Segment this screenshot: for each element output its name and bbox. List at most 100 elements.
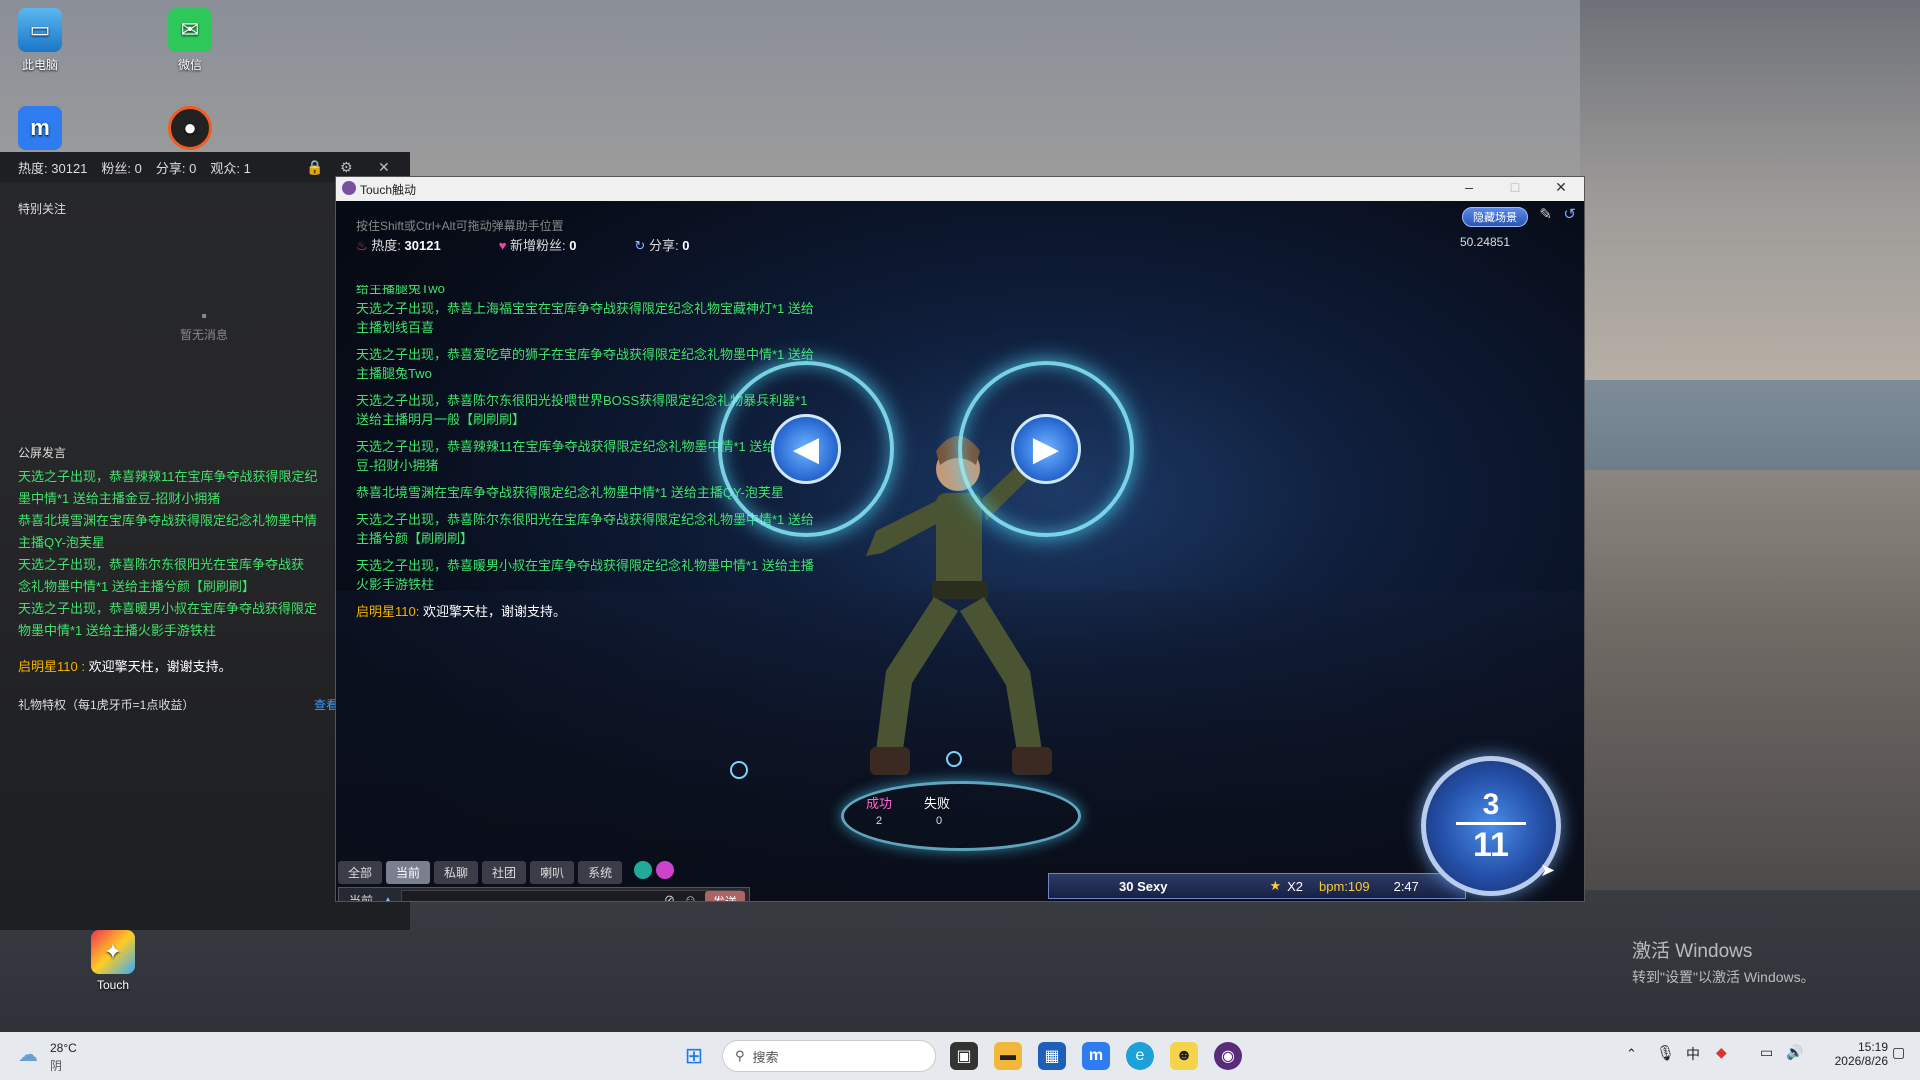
fail-label: 失败 xyxy=(924,796,951,811)
chat-tab-bar: 全部 当前 私聊 社团 喇叭 系统 xyxy=(338,861,675,884)
microphone-icon[interactable]: 🎙 xyxy=(1656,1044,1675,1062)
clock[interactable]: 15:19 2026/8/26 xyxy=(1818,1040,1888,1068)
combo-current: 3 xyxy=(1482,787,1500,821)
drag-hint: 按住Shift或Ctrl+Alt可拖动弹幕助手位置 xyxy=(356,219,564,233)
desktop-icon-app-m[interactable]: m xyxy=(0,106,80,154)
input-method-icon[interactable]: 中 xyxy=(1686,1044,1700,1064)
window-titlebar: Touch触动 – □ ✕ xyxy=(336,177,1584,201)
touch-taskbar-icon[interactable]: ◉ xyxy=(1214,1042,1242,1070)
desktop-icon-label: Touch xyxy=(96,978,130,992)
chat-line: 天选之子出现，恭喜暖男小叔在宝库争夺战获得限定纪念礼物墨中情*1 送给主播火影手… xyxy=(356,558,814,592)
desktop-icon-wechat[interactable]: ✉ 微信 xyxy=(150,8,230,73)
fail-count: 0 xyxy=(936,815,943,827)
chat-line: 给主播腿兔Two xyxy=(356,285,445,295)
game-stats-bar: ♨ 热度: 30121 ♥ 新增粉丝: 0 ↻ 分享: 0 xyxy=(356,235,690,254)
mouse-cursor-icon: ➤ xyxy=(1540,860,1556,880)
arrow-ring-left: ◀ xyxy=(718,361,894,537)
chat-line: 恭喜北境雪渊在宝库争夺战获得限定纪念礼物墨中情 xyxy=(18,513,318,528)
network-icon[interactable]: ▭ xyxy=(1760,1044,1773,1061)
settings-icon[interactable]: ⚙ xyxy=(340,159,353,176)
tab-private[interactable]: 私聊 xyxy=(434,861,479,884)
game-scene: 按住Shift或Ctrl+Alt可拖动弹幕助手位置 ♨ 热度: 30121 ♥ … xyxy=(336,201,1584,901)
search-icon: ⚲ xyxy=(735,1048,745,1063)
star-icon: ★ xyxy=(1269,878,1282,893)
wrench-icon[interactable]: ✎ xyxy=(1539,205,1552,223)
tab-horn[interactable]: 喇叭 xyxy=(530,861,575,884)
viewers-stat: 观众: 1 xyxy=(210,160,251,176)
chat-line: 物墨中情*1 送给主播火影手游铁柱 xyxy=(18,623,216,638)
edge-icon[interactable]: e xyxy=(1126,1042,1154,1070)
notification-icon[interactable]: ▢ xyxy=(1892,1044,1905,1061)
channel-selector[interactable]: 当前 xyxy=(339,892,383,902)
arrow-ring-right: ▶ xyxy=(958,361,1134,537)
right-arrow-icon: ▶ xyxy=(1011,414,1081,484)
task-view-icon[interactable]: ▣ xyxy=(950,1042,978,1070)
tray-chevron-up-icon[interactable]: ⌃ xyxy=(1626,1046,1637,1062)
tab-system[interactable]: 系统 xyxy=(578,861,623,884)
share-icon: ↻ xyxy=(634,238,646,253)
version-number: 50.24851 xyxy=(1459,235,1510,249)
security-app-icon[interactable]: ◆ xyxy=(1716,1044,1727,1061)
weather-desc[interactable]: 阴 xyxy=(50,1057,62,1074)
weather-icon[interactable]: ☁ xyxy=(18,1042,38,1067)
store-icon[interactable]: ▦ xyxy=(1038,1042,1066,1070)
desktop-icon-label: 此电脑 xyxy=(21,58,58,72)
chat-line: 天选之子出现，恭喜辣辣11在宝库争夺战获得限定纪 xyxy=(18,469,318,484)
m-app-taskbar-icon[interactable]: m xyxy=(1082,1042,1110,1070)
chevron-up-icon[interactable]: ▲ xyxy=(383,895,393,902)
emoji-icon[interactable] xyxy=(634,861,653,879)
welcome-message: 启明星110: 欢迎擎天柱，谢谢支持。 xyxy=(356,604,566,619)
gift-privilege-label: 礼物特权（每1虎牙币=1点收益） xyxy=(18,698,195,712)
chat-line: 天选之子出现，恭喜陈尔东很阳光在宝库争夺战获 xyxy=(18,557,305,572)
success-count: 2 xyxy=(876,815,883,827)
song-title: 30 Sexy xyxy=(1119,878,1168,894)
game-launcher-icon[interactable]: ☻ xyxy=(1170,1042,1198,1070)
flame-icon: ♨ xyxy=(356,238,368,253)
send-button[interactable]: 发送 xyxy=(704,891,745,901)
hide-scene-button[interactable]: 隐藏场景 xyxy=(1462,207,1528,227)
beat-orb xyxy=(946,751,962,767)
close-icon[interactable]: ✕ xyxy=(378,159,390,176)
public-chat-title: 公屏发言 xyxy=(18,446,67,460)
chat-line: 天选之子出现，恭喜爱吃草的狮子在宝库争夺战获得限定纪念礼物墨中情*1 送给主播腿… xyxy=(356,347,814,381)
chat-line: 念礼物墨中情*1 送给主播兮颜【刷刷刷】 xyxy=(18,579,255,594)
taskbar-search[interactable]: ⚲ 搜索 xyxy=(722,1040,936,1072)
activation-watermark: 激活 Windows 转到"设置"以激活 Windows。 xyxy=(1632,941,1815,985)
beat-orb xyxy=(730,761,748,779)
chat-line: 天选之子出现，恭喜暖男小叔在宝库争夺战获得限定 xyxy=(18,601,318,616)
file-explorer-icon[interactable]: ▬ xyxy=(994,1042,1022,1070)
heart-icon: ♥ xyxy=(498,238,507,253)
chat-input-row: 当前 ▲ ⊘ ☺ 发送 xyxy=(338,887,750,901)
song-status-bar: 30 Sexy ★ X2 bpm:109 2:47 xyxy=(1048,873,1466,899)
chat-line: 天选之子出现，恭喜陈尔东很阳光在宝库争夺战获得限定纪念礼物墨中情*1 送给主播兮… xyxy=(356,512,814,546)
tab-current[interactable]: 当前 xyxy=(386,861,431,884)
emoji-icon[interactable] xyxy=(656,861,675,879)
left-arrow-icon: ◀ xyxy=(771,414,841,484)
undo-icon[interactable]: ↺ xyxy=(1563,205,1576,223)
desktop-icon-this-pc[interactable]: ▭ 此电脑 xyxy=(0,8,80,73)
tab-all[interactable]: 全部 xyxy=(338,861,383,884)
minimize-button[interactable]: – xyxy=(1454,179,1484,195)
success-label: 成功 xyxy=(866,796,893,811)
emoji-smile-icon[interactable]: ☺ xyxy=(684,892,697,901)
combo-total: 11 xyxy=(1473,825,1509,864)
song-time: 2:47 xyxy=(1393,878,1419,894)
new-fans-stat: ♥ 新增粉丝: 0 xyxy=(498,238,577,253)
volume-icon[interactable]: 🔊 xyxy=(1786,1044,1803,1061)
clear-icon[interactable]: ⊘ xyxy=(664,892,675,901)
special-follow-title: 特别关注 xyxy=(18,202,67,216)
desktop-icon-touch[interactable]: ✦ Touch xyxy=(73,930,153,992)
maximize-button[interactable]: □ xyxy=(1500,179,1530,195)
empty-message: ▪ 暂无消息 xyxy=(179,308,228,342)
wallpaper-sand xyxy=(1580,470,1920,890)
start-icon[interactable]: ⊞ xyxy=(680,1042,708,1070)
m-app-icon: m xyxy=(18,106,62,150)
lock-icon[interactable]: 🔒 xyxy=(306,159,323,176)
clock-date: 2026/8/26 xyxy=(1834,1054,1888,1068)
desktop-icon-app-record[interactable]: ● xyxy=(150,106,230,154)
weather-temp[interactable]: 28°C xyxy=(50,1041,77,1055)
clock-time: 15:19 xyxy=(1857,1040,1888,1054)
tab-club[interactable]: 社团 xyxy=(482,861,527,884)
close-window-button[interactable]: ✕ xyxy=(1546,179,1576,196)
multiplier: X2 xyxy=(1287,878,1303,894)
